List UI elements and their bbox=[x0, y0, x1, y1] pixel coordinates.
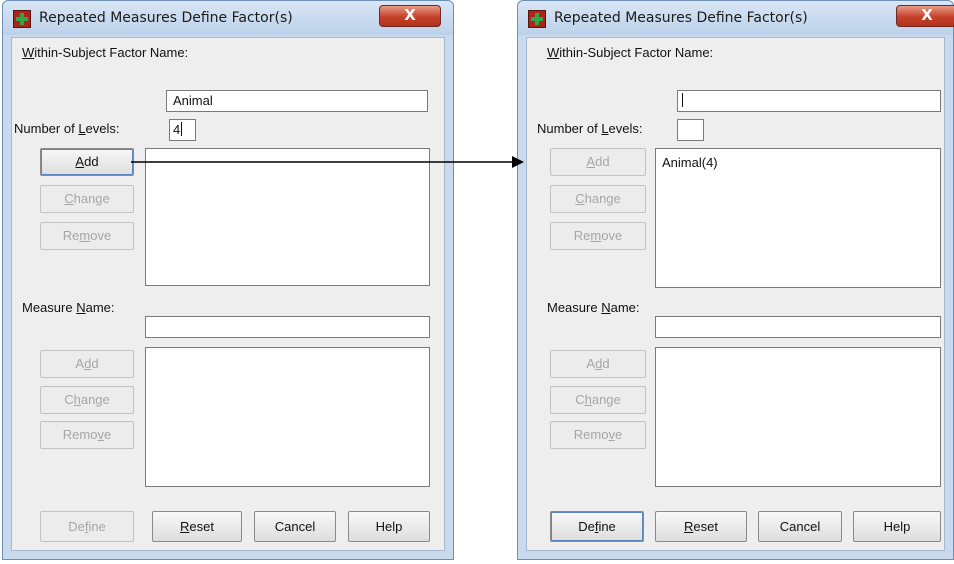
arrow-head bbox=[512, 156, 524, 168]
transition-arrow bbox=[131, 156, 524, 168]
